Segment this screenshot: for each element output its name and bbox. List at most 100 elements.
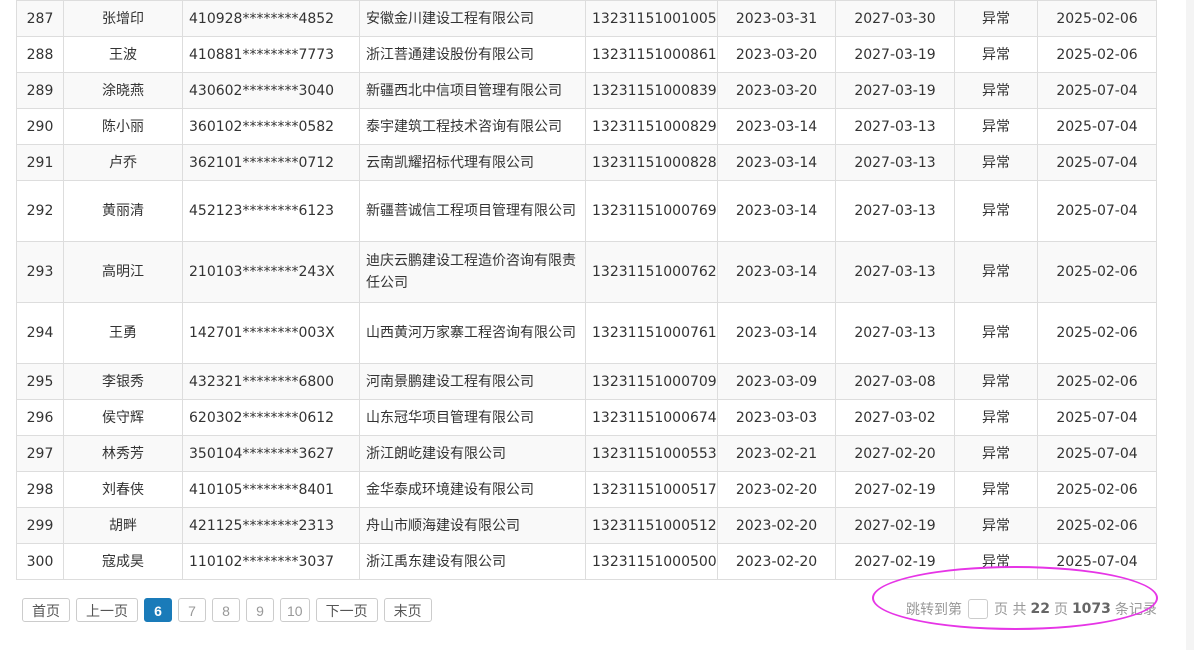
cell-issue-date: 2023-03-14 [717, 180, 836, 242]
cell-expire-date: 2027-02-19 [835, 543, 955, 580]
cell-row-number: 289 [16, 72, 64, 109]
cell-date: 2025-07-04 [1037, 144, 1157, 181]
cell-certificate-number: 13231151000839 [585, 72, 718, 109]
cell-company: 安徽金川建设工程有限公司 [359, 0, 586, 37]
cell-expire-date: 2027-03-02 [835, 399, 955, 436]
cell-id-number: 410105********8401 [182, 471, 360, 508]
cell-id-number: 432321********6800 [182, 363, 360, 400]
cell-certificate-number: 13231151000761 [585, 302, 718, 364]
cell-status: 异常 [954, 507, 1038, 544]
table-row: 299 胡畔 421125********2313 舟山市顺海建设有限公司 132311… [16, 507, 1157, 544]
page-6-button[interactable]: 6 [144, 598, 172, 622]
scrollbar-thumb[interactable] [1186, 0, 1194, 650]
cell-issue-date: 2023-03-14 [717, 144, 836, 181]
table-row: 287 张增印 410928********4852 安徽金川建设工程有限公司 1323… [16, 0, 1157, 37]
cell-name: 陈小丽 [63, 108, 183, 145]
cell-company: 山西黄河万家寨工程咨询有限公司 [359, 302, 586, 364]
cell-date: 2025-02-06 [1037, 36, 1157, 73]
cell-issue-date: 2023-03-20 [717, 36, 836, 73]
cell-company: 山东冠华项目管理有限公司 [359, 399, 586, 436]
next-page-button[interactable]: 下一页 [315, 598, 378, 622]
cell-row-number: 291 [16, 144, 64, 181]
jump-prefix-label: 跳转到第 [906, 602, 962, 618]
cell-company: 浙江禹东建设有限公司 [359, 543, 586, 580]
jump-page-input[interactable] [968, 599, 988, 619]
cell-id-number: 142701********003X [182, 302, 360, 364]
cell-name: 侯守辉 [63, 399, 183, 436]
cell-row-number: 292 [16, 180, 64, 242]
cell-certificate-number: 13231151001005 [585, 0, 718, 37]
cell-row-number: 295 [16, 363, 64, 400]
page-8-button[interactable]: 8 [212, 598, 240, 622]
cell-expire-date: 2027-02-19 [835, 471, 955, 508]
cell-name: 涂晓燕 [63, 72, 183, 109]
cell-id-number: 210103********243X [182, 241, 360, 303]
cell-row-number: 293 [16, 241, 64, 303]
cell-id-number: 452123********6123 [182, 180, 360, 242]
cell-issue-date: 2023-03-14 [717, 302, 836, 364]
page-jump: 跳转到第 页 共 22 页 1073 条记录 [906, 599, 1157, 619]
table-row: 290 陈小丽 360102********0582 泰宇建筑工程技术咨询有限公司 13… [16, 108, 1157, 145]
cell-company: 舟山市顺海建设有限公司 [359, 507, 586, 544]
cell-row-number: 294 [16, 302, 64, 364]
pagination: 首页 上一页 6 7 8 9 10 下一页 末页 [22, 598, 432, 622]
records-unit-label: 条记录 [1114, 602, 1157, 618]
page-9-button[interactable]: 9 [246, 598, 274, 622]
cell-company: 浙江菩通建设股份有限公司 [359, 36, 586, 73]
page-7-button[interactable]: 7 [178, 598, 206, 622]
table-row: 298 刘春侠 410105********8401 金华泰成环境建设有限公司 1323… [16, 471, 1157, 508]
cell-name: 李银秀 [63, 363, 183, 400]
cell-issue-date: 2023-03-03 [717, 399, 836, 436]
cell-company: 泰宇建筑工程技术咨询有限公司 [359, 108, 586, 145]
cell-date: 2025-02-06 [1037, 241, 1157, 303]
table-row: 292 黄丽清 452123********6123 新疆菩诚信工程项目管理有限公司 1… [16, 180, 1157, 242]
cell-issue-date: 2023-02-20 [717, 507, 836, 544]
cell-certificate-number: 13231151000769 [585, 180, 718, 242]
cell-id-number: 410881********7773 [182, 36, 360, 73]
cell-id-number: 620302********0612 [182, 399, 360, 436]
cell-date: 2025-07-04 [1037, 543, 1157, 580]
cell-issue-date: 2023-02-21 [717, 435, 836, 472]
records-table: 287 张增印 410928********4852 安徽金川建设工程有限公司 1323… [16, 0, 1157, 580]
cell-name: 黄丽清 [63, 180, 183, 242]
first-page-button[interactable]: 首页 [22, 598, 70, 622]
cell-id-number: 350104********3627 [182, 435, 360, 472]
cell-id-number: 430602********3040 [182, 72, 360, 109]
cell-certificate-number: 13231151000762 [585, 241, 718, 303]
cell-expire-date: 2027-03-08 [835, 363, 955, 400]
cell-date: 2025-07-04 [1037, 108, 1157, 145]
cell-issue-date: 2023-02-20 [717, 471, 836, 508]
cell-date: 2025-07-04 [1037, 435, 1157, 472]
table-row: 293 高明江 210103********243X 迪庆云鹏建设工程造价咨询有限责任… [16, 241, 1157, 303]
page-10-button[interactable]: 10 [280, 598, 310, 622]
records-body: 287 张增印 410928********4852 安徽金川建设工程有限公司 1323… [16, 0, 1157, 580]
cell-row-number: 300 [16, 543, 64, 580]
cell-id-number: 362101********0712 [182, 144, 360, 181]
cell-certificate-number: 13231151000553 [585, 435, 718, 472]
cell-expire-date: 2027-03-13 [835, 144, 955, 181]
last-page-button[interactable]: 末页 [383, 598, 432, 622]
table-row: 295 李银秀 432321********6800 河南景鹏建设工程有限公司 1323… [16, 363, 1157, 400]
cell-name: 寇成昊 [63, 543, 183, 580]
cell-expire-date: 2027-03-13 [835, 180, 955, 242]
table-row: 289 涂晓燕 430602********3040 新疆西北中信项目管理有限公司 13… [16, 72, 1157, 109]
prev-page-button[interactable]: 上一页 [76, 598, 138, 622]
table-row: 296 侯守辉 620302********0612 山东冠华项目管理有限公司 1323… [16, 399, 1157, 436]
table-row: 294 王勇 142701********003X 山西黄河万家寨工程咨询有限公司 13… [16, 302, 1157, 364]
table-row: 297 林秀芳 350104********3627 浙江朗屹建设有限公司 132311… [16, 435, 1157, 472]
cell-status: 异常 [954, 543, 1038, 580]
cell-date: 2025-07-04 [1037, 399, 1157, 436]
cell-expire-date: 2027-02-19 [835, 507, 955, 544]
cell-name: 刘春侠 [63, 471, 183, 508]
cell-row-number: 288 [16, 36, 64, 73]
cell-name: 王勇 [63, 302, 183, 364]
cell-name: 高明江 [63, 241, 183, 303]
cell-company: 新疆西北中信项目管理有限公司 [359, 72, 586, 109]
cell-row-number: 297 [16, 435, 64, 472]
cell-date: 2025-07-04 [1037, 180, 1157, 242]
pages-unit-label: 页 [1053, 602, 1068, 618]
cell-certificate-number: 13231151000829 [585, 108, 718, 145]
cell-expire-date: 2027-03-19 [835, 36, 955, 73]
cell-issue-date: 2023-03-14 [717, 241, 836, 303]
cell-company: 云南凯耀招标代理有限公司 [359, 144, 586, 181]
